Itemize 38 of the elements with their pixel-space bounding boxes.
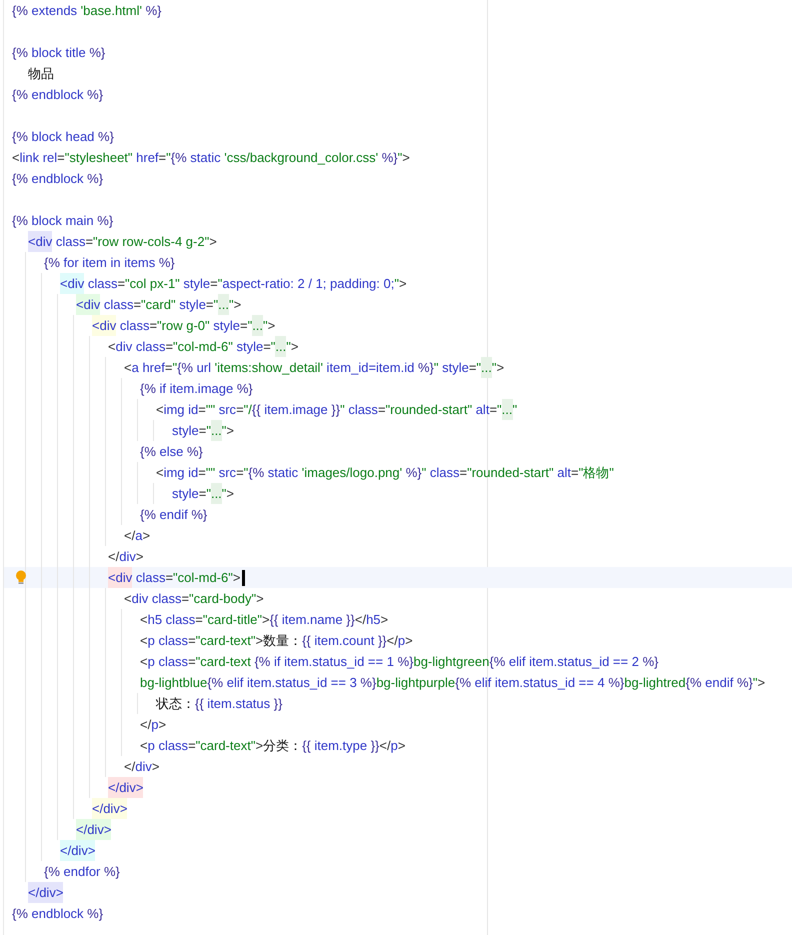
code-line: <p class="card-text">分类：{{ item.type }}</p> xyxy=(140,737,406,755)
code-line: {% endif %} xyxy=(140,506,208,524)
code-line: 物品 xyxy=(28,65,54,83)
code-line: {% if item.image %} xyxy=(140,380,253,398)
code-line: {% block main %} xyxy=(12,212,114,230)
code-line: {% block head %} xyxy=(12,128,114,146)
code-line: </div> xyxy=(124,758,160,776)
text-cursor xyxy=(242,570,246,586)
code-line: </p> xyxy=(140,716,166,734)
code-line: <img id="" src="{% static 'images/logo.png' %}" class="rounded-start" alt="格物" xyxy=(156,464,614,482)
code-line: {% endblock %} xyxy=(12,170,104,188)
code-line: <div class="row row-cols-4 g-2"> xyxy=(28,231,217,252)
code-line: <p class="card-text">数量：{{ item.count }}</p> xyxy=(140,632,413,650)
code-line: 状态：{{ item.status }} xyxy=(156,695,282,713)
code-line: {% endblock %} xyxy=(12,86,104,104)
code-line: <div class="card-body"> xyxy=(124,590,264,608)
code-line: {% for item in items %} xyxy=(44,254,175,272)
code-line: style="..."> xyxy=(172,420,234,441)
code-line: <div class="col px-1" style="aspect-ratio: 2 / 1; padding: 0;"> xyxy=(60,273,407,294)
code-line: {% block title %} xyxy=(12,44,106,62)
code-line: <div class="col-md-6"> xyxy=(108,567,240,588)
code-line: <div class="row g-0" style="..."> xyxy=(92,315,276,336)
code-line: <h5 class="card-title">{{ item.name }}</h5> xyxy=(140,611,388,629)
code-line: <div class="col-md-6" style="..."> xyxy=(108,336,298,357)
code-line: <link rel="stylesheet" href="{% static 'css/background_color.css' %}"> xyxy=(12,149,410,167)
code-line: {% else %} xyxy=(140,443,203,461)
code-line: </div> xyxy=(108,548,144,566)
code-line: <p class="card-text {% if item.status_id == 1 %}bg-lightgreen{% elif item.status_id == 2 %} xyxy=(140,653,658,671)
code-line: {% endfor %} xyxy=(44,863,120,881)
code-line: </a> xyxy=(124,527,150,545)
code-line: {% endblock %} xyxy=(12,905,104,923)
code-line: {% extends 'base.html' %} xyxy=(12,2,162,20)
code-line: <img id="" src="/{{ item.image }}" class="rounded-start" alt="..." xyxy=(156,399,518,420)
code-line: style="..."> xyxy=(172,483,234,504)
code-line: bg-lightblue{% elif item.status_id == 3 %}bg-lightpurple{% elif item.status_id == 4 %}bg-lightred{% endif %}"> xyxy=(140,674,766,692)
lightbulb-icon[interactable] xyxy=(15,570,27,585)
code-line: <a href="{% url 'items:show_detail' item_id=item.id %}" style="..."> xyxy=(124,357,504,378)
code-line: <div class="card" style="..."> xyxy=(76,294,242,315)
